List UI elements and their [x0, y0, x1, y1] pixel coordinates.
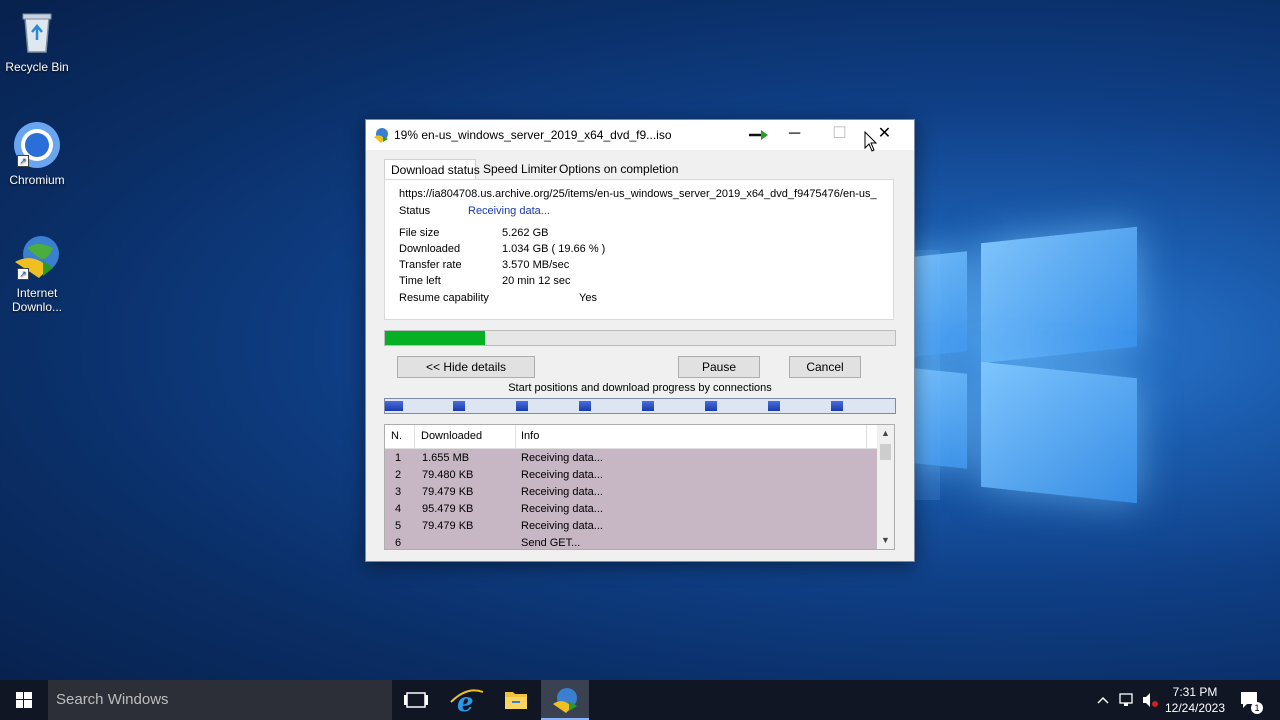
header-downloaded[interactable]: Downloaded — [421, 430, 482, 442]
desktop-icon-label: Chromium — [9, 173, 65, 187]
download-dialog: 19% en-us_windows_server_2019_x64_dvd_f9… — [365, 119, 915, 562]
connection-segment — [705, 401, 717, 411]
start-button[interactable] — [0, 680, 48, 720]
table-row[interactable]: 6 Send GET... — [385, 535, 878, 549]
dialog-titlebar[interactable]: 19% en-us_windows_server_2019_x64_dvd_f9… — [366, 120, 914, 150]
idm-taskbar-icon[interactable] — [541, 680, 589, 720]
action-center-icon[interactable]: 1 — [1236, 680, 1264, 720]
connection-segment — [516, 401, 528, 411]
connection-segment — [579, 401, 591, 411]
volume-muted-icon[interactable] — [1140, 680, 1160, 720]
connection-segment — [453, 401, 465, 411]
scroll-down-icon[interactable]: ▼ — [877, 532, 894, 549]
time-left-value: 20 min 12 sec — [502, 275, 571, 287]
scroll-up-icon[interactable]: ▲ — [877, 425, 894, 442]
maximize-button[interactable]: ☐ — [817, 120, 862, 150]
status-value: Receiving data... — [468, 205, 550, 217]
status-label: Status — [399, 205, 431, 217]
clock-time: 7:31 PM — [1172, 685, 1218, 699]
connection-segment — [642, 401, 654, 411]
taskbar: Search Windows e 7:31 PM 12/24/2023 1 — [0, 680, 1280, 720]
internet-explorer-icon[interactable]: e — [443, 680, 491, 720]
header-info[interactable]: Info — [521, 430, 539, 442]
table-row[interactable]: 1 1.655 MB Receiving data... — [385, 450, 878, 467]
windows-start-icon — [16, 692, 32, 708]
downloaded-label: Downloaded — [399, 243, 461, 255]
taskbar-clock[interactable]: 7:31 PM 12/24/2023 — [1160, 684, 1230, 716]
file-explorer-icon[interactable] — [492, 680, 540, 720]
taskbar-search-box[interactable]: Search Windows — [48, 680, 392, 720]
download-progress-fill — [385, 331, 486, 345]
resume-capability-value: Yes — [579, 292, 597, 304]
desktop-icon-recycle-bin[interactable]: Recycle Bin — [0, 8, 74, 74]
task-view-icon[interactable] — [392, 680, 440, 720]
tab-download-status[interactable]: Download status — [384, 159, 480, 180]
hide-details-button[interactable]: << Hide details — [397, 356, 535, 378]
table-row[interactable]: 5 79.479 KB Receiving data... — [385, 518, 878, 535]
download-url: https://ia804708.us.archive.org/25/items… — [399, 188, 877, 200]
file-size-value: 5.262 GB — [502, 227, 549, 239]
connection-segment — [768, 401, 780, 411]
table-scrollbar[interactable]: ▲ ▼ — [877, 425, 894, 549]
connection-segment — [831, 401, 843, 411]
connections-table: N. Downloaded Info 1 1.655 MB Receiving … — [384, 424, 895, 550]
header-n[interactable]: N. — [391, 430, 402, 442]
desktop-icon-label: Recycle Bin — [5, 60, 69, 74]
connection-segment — [385, 401, 403, 411]
windows-logo-wallpaper — [895, 215, 1140, 515]
network-icon[interactable] — [1116, 680, 1138, 720]
transfer-rate-label: Transfer rate — [399, 259, 462, 271]
download-status-panel: https://ia804708.us.archive.org/25/items… — [384, 179, 894, 320]
tray-chevron-icon[interactable] — [1094, 680, 1112, 720]
connections-label: Start positions and download progress by… — [508, 382, 772, 394]
notification-count-badge: 1 — [1251, 702, 1263, 714]
file-size-label: File size — [399, 227, 440, 239]
tab-options-on-completion[interactable]: Options on completion — [553, 159, 684, 180]
idm-app-icon — [373, 127, 389, 143]
time-left-label: Time left — [399, 275, 441, 287]
chromium-icon: ↗ — [13, 121, 61, 169]
connections-progress-bar — [384, 398, 896, 414]
clock-date: 12/24/2023 — [1164, 701, 1226, 715]
recycle-bin-icon — [13, 8, 61, 56]
idm-globe-icon: ↗ — [13, 234, 61, 282]
table-row[interactable]: 2 79.480 KB Receiving data... — [385, 467, 878, 484]
desktop-icon-idm[interactable]: ↗ Internet Downlo... — [0, 234, 74, 314]
cancel-button[interactable]: Cancel — [789, 356, 861, 378]
resume-capability-label: Resume capability — [399, 292, 489, 304]
downloaded-value: 1.034 GB ( 19.66 % ) — [502, 243, 606, 255]
table-header: N. Downloaded Info — [385, 425, 878, 449]
desktop-icon-chromium[interactable]: ↗ Chromium — [0, 121, 74, 187]
minimize-button[interactable]: ─ — [772, 120, 817, 150]
mouse-cursor-icon — [864, 130, 878, 158]
dialog-title: 19% en-us_windows_server_2019_x64_dvd_f9… — [394, 128, 672, 142]
table-row[interactable]: 3 79.479 KB Receiving data... — [385, 484, 878, 501]
tab-speed-limiter[interactable]: Speed Limiter — [477, 159, 563, 180]
transfer-rate-value: 3.570 MB/sec — [502, 259, 570, 271]
download-progress-bar — [384, 330, 896, 346]
table-row[interactable]: 4 95.479 KB Receiving data... — [385, 501, 878, 518]
pause-button[interactable]: Pause — [678, 356, 760, 378]
scroll-thumb[interactable] — [880, 444, 891, 460]
desktop-icon-label: Internet Downlo... — [11, 286, 63, 314]
